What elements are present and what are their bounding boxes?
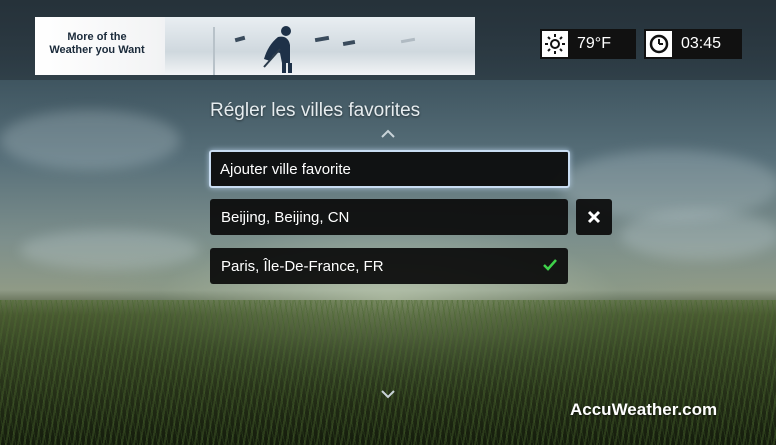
ad-photo xyxy=(165,17,475,75)
advertisement-banner[interactable]: More of the Weather you Want xyxy=(35,17,475,75)
cloud xyxy=(0,110,180,170)
ad-text: More of the Weather you Want xyxy=(49,31,145,56)
add-favorite-city-button[interactable]: Ajouter ville favorite xyxy=(209,150,570,188)
time-display: 03:45 xyxy=(644,29,742,59)
page-title: Régler les villes favorites xyxy=(210,100,421,121)
delete-city-button[interactable] xyxy=(576,199,612,235)
temperature-display: 79°F xyxy=(540,29,636,59)
city-item-label: Beijing, Beijing, CN xyxy=(221,208,350,226)
close-icon xyxy=(587,210,601,224)
city-item-label: Paris, Île-De-France, FR xyxy=(221,257,384,275)
temperature-value: 79°F xyxy=(577,35,611,52)
grass-field-background xyxy=(0,300,776,445)
accuweather-logo: AccuWeather.com xyxy=(570,400,718,419)
time-value: 03:45 xyxy=(681,35,722,52)
city-item-paris[interactable]: Paris, Île-De-France, FR xyxy=(210,248,568,284)
chevron-up-icon[interactable] xyxy=(380,128,396,138)
check-icon xyxy=(543,259,557,271)
weather-app-screen: More of the Weather you Want 79°F 03:45 … xyxy=(0,0,776,445)
city-item-beijing[interactable]: Beijing, Beijing, CN xyxy=(210,199,568,235)
person-shoveling-image xyxy=(263,26,292,73)
sun-icon xyxy=(542,31,568,57)
add-favorite-city-label: Ajouter ville favorite xyxy=(220,160,351,178)
cloud xyxy=(620,210,776,260)
chevron-down-icon[interactable] xyxy=(380,390,396,400)
cloud xyxy=(20,230,200,270)
clock-icon xyxy=(646,31,672,57)
